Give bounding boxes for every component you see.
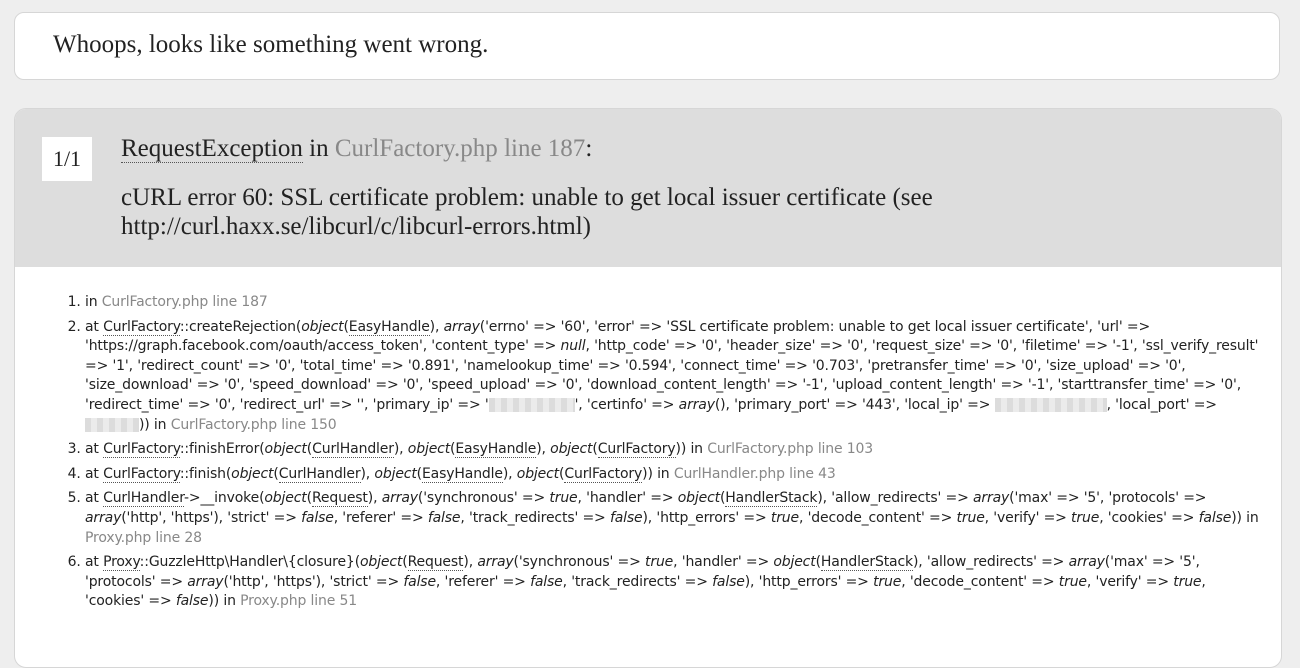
trace-file: CurlFactory.php [707,441,814,458]
trace-file: CurlFactory.php [170,416,277,433]
trace-line: line 103 [817,441,874,458]
trace-file: Proxy.php [240,593,307,610]
exception-in: in [302,135,335,162]
exception-file: CurlFactory.php [334,135,498,162]
trace-item: at Proxy::GuzzleHttp\Handler\{closure}(o… [85,553,1265,612]
trace-item: at CurlFactory::createRejection(object(E… [85,318,1265,436]
exception-class: RequestException [121,135,303,163]
trace-item: at CurlFactory::finishError(object(CurlH… [85,440,1265,460]
trace-item: in CurlFactory.php line 187 [85,293,1265,313]
exception-header: 1/1 RequestException in CurlFactory.php … [15,109,1281,267]
exception-line: line 187 [497,135,586,162]
trace-class: CurlFactory [103,441,180,459]
trace-item: at CurlFactory::finish(object(CurlHandle… [85,465,1265,485]
exception-colon: : [585,135,593,162]
exception-panel: 1/1 RequestException in CurlFactory.php … [14,108,1282,668]
exception-counter: 1/1 [42,137,92,181]
trace-file: CurlHandler.php [673,465,785,482]
exception-message: cURL error 60: SSL certificate problem: … [121,184,933,240]
trace-method: finishError [188,441,260,458]
trace-method: GuzzleHttp\Handler\{closure} [148,554,355,571]
trace-line: line 150 [281,416,337,433]
trace-line: line 51 [310,593,358,610]
headline: Whoops, looks like something went wrong. [53,31,489,58]
trace-item: at CurlHandler->__invoke(object(Request)… [85,489,1265,548]
trace-method: finish [188,465,226,482]
redacted-value [994,397,1107,412]
redacted-value [488,397,575,412]
trace-class: Proxy [103,554,140,572]
trace-line: line 187 [212,294,268,310]
trace-file: Proxy.php [85,529,152,546]
trace-method: createRejection [188,318,296,335]
trace-class: CurlFactory [103,318,180,336]
trace-line: line 43 [789,465,836,482]
headline-panel: Whoops, looks like something went wrong. [14,12,1280,80]
trace-file: CurlFactory.php [101,294,209,310]
trace-class: CurlFactory [103,465,180,483]
trace-line: line 28 [155,529,202,546]
redacted-value [85,417,139,432]
stack-trace: in CurlFactory.php line 187 at CurlFacto… [53,293,1265,617]
exception-title: RequestException in CurlFactory.php line… [121,135,592,163]
trace-method: __invoke [200,490,260,507]
trace-class: CurlHandler [103,490,184,508]
